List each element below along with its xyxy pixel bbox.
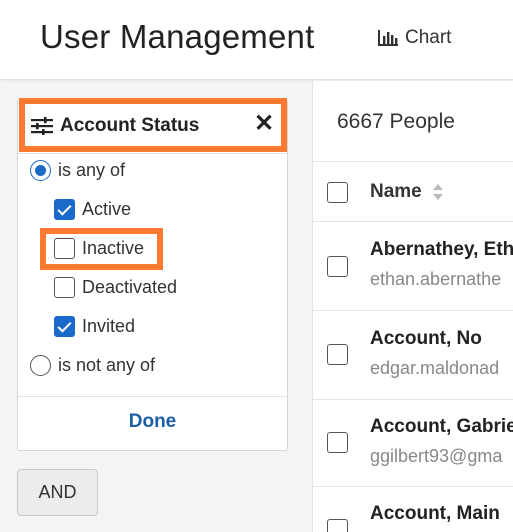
option-active[interactable]: Active	[54, 199, 131, 220]
option-invited[interactable]: Invited	[54, 316, 135, 337]
match-any-radio[interactable]: is any of	[30, 160, 125, 181]
inactive-highlight-box	[40, 228, 163, 270]
checkbox-unchecked	[54, 277, 75, 298]
chart-icon	[378, 30, 398, 46]
select-all-checkbox[interactable]	[327, 182, 348, 203]
option-label: Active	[82, 199, 132, 219]
divider	[313, 399, 513, 400]
done-button[interactable]: Done	[18, 400, 287, 444]
column-label: Name	[370, 181, 422, 202]
name-column-header[interactable]: Name	[370, 181, 444, 203]
option-label: Invited	[82, 316, 136, 336]
divider	[18, 153, 287, 154]
row-checkbox[interactable]	[327, 519, 348, 532]
person-email: ggilbert93@gma	[370, 446, 503, 466]
divider	[18, 396, 287, 397]
divider	[313, 221, 513, 222]
option-label: Deactivated	[82, 277, 178, 297]
chart-button-label: Chart	[405, 27, 452, 48]
checkbox-checked	[54, 316, 75, 337]
divider	[313, 310, 513, 311]
person-email: edgar.maldonad	[370, 358, 500, 378]
person-name[interactable]: Abernathey, Eth	[370, 239, 513, 261]
chart-button[interactable]: Chart	[377, 27, 451, 49]
row-checkbox[interactable]	[327, 344, 348, 365]
option-deactivated[interactable]: Deactivated	[54, 277, 177, 298]
people-table-panel: 6667 People Name Abernathey, Eth ethan.a…	[312, 81, 513, 532]
row-checkbox[interactable]	[327, 432, 348, 453]
page-header: User Management Chart	[0, 0, 513, 80]
divider	[313, 486, 513, 487]
radio-selected	[30, 160, 51, 181]
person-name[interactable]: Account, Main	[370, 503, 500, 525]
people-count: 6667 People	[337, 110, 455, 133]
divider	[313, 161, 513, 162]
match-none-label: is not any of	[58, 355, 156, 375]
header-highlight-box	[19, 98, 287, 152]
radio-unselected	[30, 355, 51, 376]
sort-icon	[432, 184, 443, 200]
row-checkbox[interactable]	[327, 256, 348, 277]
and-button[interactable]: AND	[17, 469, 98, 516]
person-name[interactable]: Account, Gabrie	[370, 416, 513, 438]
match-none-radio[interactable]: is not any of	[30, 355, 155, 376]
match-any-label: is any of	[58, 160, 126, 180]
person-name[interactable]: Account, No	[370, 328, 482, 350]
page-title: User Management	[40, 18, 315, 55]
checkbox-checked	[54, 199, 75, 220]
person-email: ethan.abernathe	[370, 269, 502, 289]
